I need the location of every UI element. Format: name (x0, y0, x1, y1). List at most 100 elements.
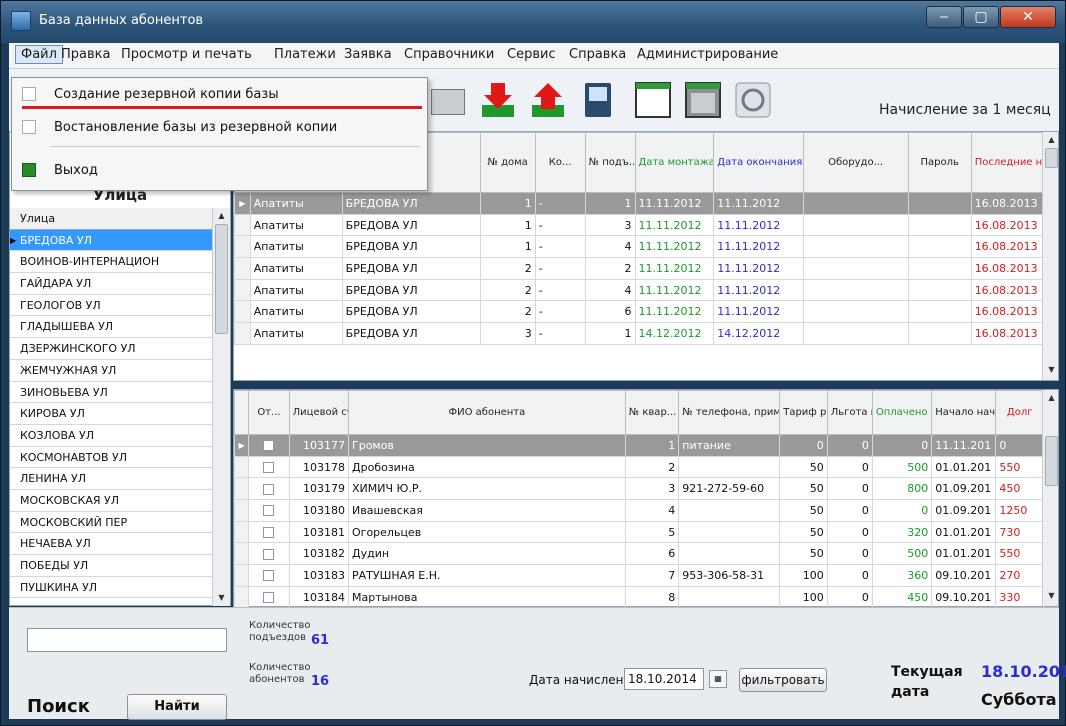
table-cell[interactable]: 11.11.2012 (713, 213, 804, 237)
table-cell[interactable]: - (534, 300, 586, 324)
street-item[interactable]: ЗИНОВЬЕВА УЛ (10, 382, 212, 404)
table-cell[interactable]: Апатиты (249, 257, 343, 280)
table-cell[interactable] (802, 192, 909, 215)
table-row[interactable]: 103178 Дробозина 2 50 0 500 01.01.201 550 (233, 455, 1044, 479)
checkbox-cell[interactable] (248, 585, 290, 609)
table-cell[interactable]: 500 (871, 455, 933, 479)
table-cell[interactable]: 50 (779, 542, 828, 566)
street-item[interactable]: КОЗЛОВА УЛ (10, 425, 212, 447)
table-cell[interactable]: ХИМИЧ Ю.Р. (348, 477, 626, 501)
table-cell[interactable]: 270 (995, 564, 1044, 587)
table-cell[interactable] (907, 235, 972, 259)
filter-button[interactable]: фильтровать (739, 668, 827, 692)
row-checkbox[interactable] (263, 548, 275, 560)
table-cell[interactable]: 16.08.2013 (970, 192, 1045, 215)
table-cell[interactable]: - (534, 235, 586, 259)
row-checkbox[interactable] (263, 462, 275, 474)
table-cell[interactable]: 50 (779, 455, 828, 479)
accrual-date-field[interactable]: 18.10.2014 (624, 668, 704, 690)
table-cell[interactable]: 11.11.2012 (634, 300, 715, 324)
table-cell[interactable]: 103180 (288, 499, 350, 522)
upload-red-arrow-icon[interactable] (529, 81, 567, 119)
subscribers-scrollbar[interactable]: ▲ ▼ (1042, 390, 1058, 606)
table-cell[interactable]: 16.08.2013 (970, 235, 1045, 259)
table-cell[interactable]: Апатиты (249, 192, 343, 215)
column-header[interactable]: Дата окончания гарантии (713, 132, 804, 193)
table-cell[interactable] (907, 213, 972, 237)
table-cell[interactable]: 3 (479, 322, 536, 345)
column-header[interactable]: № подъ... (584, 132, 636, 193)
table-cell[interactable]: 11.11.2012 (634, 213, 715, 237)
table-cell[interactable]: 0 (779, 434, 828, 457)
column-header[interactable]: Оплачено руб. (871, 390, 933, 435)
table-cell[interactable]: - (534, 213, 586, 237)
table-cell[interactable]: 11.11.2012 (713, 300, 804, 324)
table-cell[interactable]: 450 (995, 477, 1044, 501)
table-cell[interactable]: БРЕДОВА УЛ (341, 278, 481, 302)
table-cell[interactable]: 14.12.2012 (713, 322, 804, 345)
checkbox-cell[interactable] (248, 499, 290, 522)
menu-item-restore-backup[interactable]: Востановление базы из резервной копии (12, 115, 427, 139)
table-cell[interactable]: 450 (871, 585, 933, 609)
table-cell[interactable]: БРЕДОВА УЛ (341, 213, 481, 237)
row-checkbox[interactable] (263, 440, 275, 452)
table-cell[interactable]: 330 (995, 585, 1044, 609)
table-cell[interactable] (678, 520, 781, 544)
table-cell[interactable]: 11.11.2012 (634, 278, 715, 302)
table-cell[interactable]: Апатиты (249, 322, 343, 345)
street-item[interactable]: ГЕОЛОГОВ УЛ (10, 295, 212, 317)
blank-page-icon[interactable] (634, 81, 672, 119)
table-row[interactable]: Апатиты БРЕДОВА УЛ 2-4 11.11.2012 11.11.2012… (234, 278, 1045, 302)
street-item[interactable]: МОСКОВСКАЯ УЛ (10, 490, 212, 512)
streets-column-header[interactable]: Улица (10, 208, 212, 230)
table-cell[interactable]: 01.01.201 (931, 542, 997, 566)
table-cell[interactable] (907, 192, 972, 215)
table-cell[interactable]: Дробозина (348, 455, 626, 479)
table-cell[interactable]: 11.11.2012 (634, 192, 715, 215)
column-header[interactable]: № телефона, примечания (678, 390, 781, 435)
table-cell[interactable]: 01.01.201 (931, 520, 997, 544)
table-cell[interactable]: питание (678, 434, 781, 457)
calendar-icon[interactable] (684, 81, 722, 119)
table-row[interactable]: ▶ 103177 Громов 1 питание 0 0 0 11.11.201 0 (233, 434, 1044, 457)
column-header[interactable]: № дома (479, 132, 536, 193)
table-cell[interactable]: 103179 (288, 477, 350, 501)
column-header[interactable]: Последние начисле... (970, 132, 1045, 193)
table-cell[interactable]: 16.08.2013 (970, 257, 1045, 280)
table-cell[interactable]: 16.08.2013 (970, 300, 1045, 324)
table-cell[interactable]: 11.11.2012 (713, 278, 804, 302)
table-cell[interactable]: 4 (584, 278, 636, 302)
table-cell[interactable]: 0 (826, 477, 873, 501)
table-cell[interactable]: Мартынова (348, 585, 626, 609)
table-row[interactable]: Апатиты БРЕДОВА УЛ 1-4 11.11.2012 11.11.2012… (234, 235, 1045, 259)
date-picker-icon[interactable]: ▦ (709, 670, 727, 688)
close-button[interactable]: ✕ (1000, 6, 1056, 28)
row-checkbox[interactable] (263, 527, 275, 539)
table-cell[interactable]: 0 (826, 564, 873, 587)
table-cell[interactable] (802, 300, 909, 324)
street-item[interactable]: КОСМОНАВТОВ УЛ (10, 447, 212, 469)
table-cell[interactable]: 16.08.2013 (970, 213, 1045, 237)
table-cell[interactable]: БРЕДОВА УЛ (341, 235, 481, 259)
column-header[interactable]: Лицевой счет (288, 390, 350, 435)
column-header[interactable]: Ко... (534, 132, 586, 193)
table-cell[interactable]: 16.08.2013 (970, 278, 1045, 302)
street-item[interactable]: ГАЙДАРА УЛ (10, 273, 212, 295)
scroll-down-icon[interactable]: ▼ (1043, 588, 1060, 604)
table-cell[interactable]: 550 (995, 542, 1044, 566)
table-cell[interactable]: 100 (779, 564, 828, 587)
table-cell[interactable]: 4 (624, 499, 680, 522)
table-cell[interactable]: 103183 (288, 564, 350, 587)
checkbox-cell[interactable] (248, 564, 290, 587)
table-cell[interactable]: 360 (871, 564, 933, 587)
table-cell[interactable]: 8 (624, 585, 680, 609)
table-cell[interactable]: БРЕДОВА УЛ (341, 322, 481, 345)
table-cell[interactable]: 2 (479, 278, 536, 302)
column-header[interactable]: Дата монтажа (634, 132, 715, 193)
menu-help[interactable]: Справка (569, 47, 626, 62)
find-button[interactable]: Найти (127, 694, 227, 720)
street-item[interactable]: ПУШКИНА УЛ (10, 577, 212, 599)
table-cell[interactable]: 2 (479, 300, 536, 324)
column-header[interactable]: Оборудо... (802, 132, 909, 193)
table-cell[interactable]: - (534, 278, 586, 302)
